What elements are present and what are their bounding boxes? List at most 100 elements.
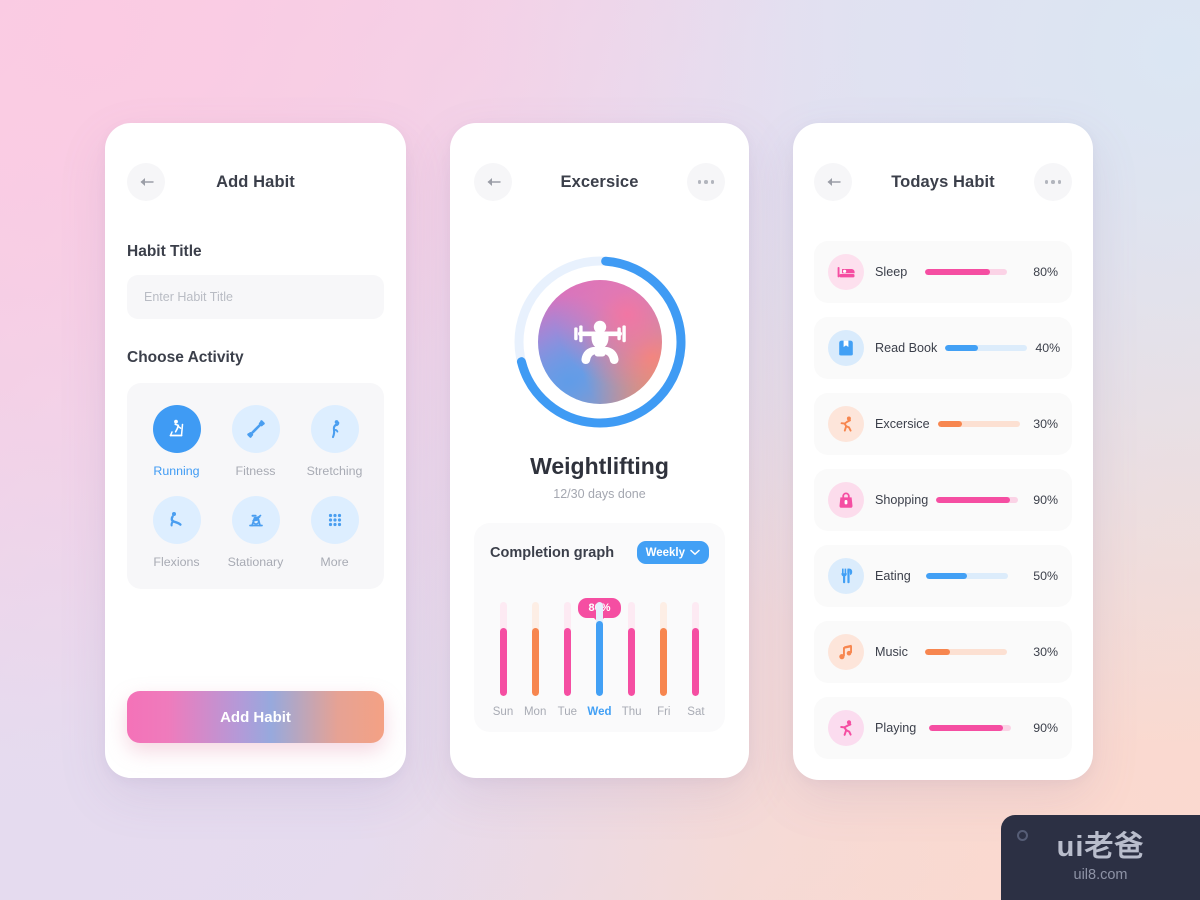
activity-option-flexions[interactable]: Flexions	[137, 496, 216, 569]
activity-option-stretching[interactable]: Stretching	[295, 405, 374, 478]
habit-label: Shopping	[875, 493, 929, 507]
activity-option-fitness[interactable]: Fitness	[216, 405, 295, 478]
activity-option-running[interactable]: Running	[137, 405, 216, 478]
habit-progress-track	[929, 725, 1012, 731]
activity-grid: Running Fitness Stretching Flexions Stat…	[127, 383, 384, 589]
todays-habit-header: Todays Habit	[814, 163, 1072, 225]
bar-column[interactable]: 80%Wed	[578, 598, 621, 718]
stretching-icon	[331, 420, 339, 439]
bar-column[interactable]: Thu	[619, 602, 645, 718]
habit-row[interactable]: Playing 90%	[814, 697, 1072, 759]
habit-title-input[interactable]	[127, 275, 384, 319]
habit-progress-wrap	[930, 421, 1028, 427]
habit-percent-label: 30%	[1033, 417, 1058, 431]
habit-title-section: Habit Title	[127, 243, 384, 319]
activity-icon-chip	[231, 405, 280, 453]
bar-track	[595, 602, 603, 696]
bar-column[interactable]: Mon	[522, 602, 548, 718]
todays-habit-content: Todays Habit Sleep 80% Read Book 40% Excersi…	[793, 123, 1093, 759]
habit-label: Eating	[875, 569, 911, 583]
exercise-bike-icon	[248, 514, 263, 527]
habit-percent-label: 40%	[1035, 341, 1061, 355]
dumbbell-icon	[246, 420, 265, 438]
activity-icon-chip	[310, 496, 359, 544]
habit-progress-fill	[929, 725, 1003, 731]
habit-row[interactable]: Shopping 90%	[814, 469, 1072, 531]
habit-progress-fill	[936, 497, 1011, 503]
habit-row[interactable]: Read Book 40%	[814, 317, 1072, 379]
more-horizontal-icon	[697, 180, 715, 184]
habit-label: Read Book	[875, 341, 938, 355]
weightlifter-icon	[573, 320, 626, 364]
habit-progress-track	[945, 345, 1028, 351]
bed-icon	[836, 262, 856, 282]
back-button[interactable]	[127, 163, 165, 201]
bar-fill	[595, 620, 603, 696]
habit-progress-wrap	[928, 497, 1026, 503]
arrow-left-icon	[140, 178, 154, 186]
more-options-button[interactable]	[687, 163, 725, 201]
habit-row[interactable]: Music 30%	[814, 621, 1072, 683]
back-button[interactable]	[474, 163, 512, 201]
activity-label: Stationary	[227, 555, 284, 569]
choose-activity-section: Choose Activity Running Fitness Stretchi…	[127, 349, 384, 589]
watermark: ui老爸 uil8.com	[1001, 815, 1200, 900]
activity-label: Flexions	[153, 555, 200, 569]
activity-icon-chip	[152, 405, 201, 453]
flexion-icon	[170, 512, 182, 527]
habit-icon-chip	[828, 710, 864, 746]
progress-ring	[511, 253, 689, 431]
habit-progress-track	[926, 573, 1009, 579]
bar-column[interactable]: Tue	[554, 602, 580, 718]
watermark-url: uil8.com	[1073, 866, 1128, 883]
habit-icon-chip	[828, 482, 864, 518]
habit-progress-fill	[945, 345, 979, 351]
activity-icon-chip	[310, 405, 359, 453]
bar-track	[660, 602, 668, 696]
habit-progress-fill	[937, 421, 963, 427]
bar-column[interactable]: Sat	[683, 602, 709, 718]
watermark-logo: ui老爸	[1056, 830, 1145, 863]
habit-percent-label: 50%	[1033, 569, 1058, 583]
activity-label: More	[320, 555, 349, 569]
running-icon	[836, 718, 856, 738]
exercise-detail-screen: Excersice Weightlifting 12/30 days done …	[450, 123, 749, 778]
activity-option-stationary[interactable]: Stationary	[216, 496, 295, 569]
bar-column[interactable]: Sun	[490, 602, 516, 718]
activity-icon-chip	[152, 496, 201, 544]
completion-graph-card: Completion graph Weekly Sun Mon Tue80%WedT…	[474, 523, 725, 732]
habit-icon-chip	[828, 406, 864, 442]
habit-progress-wrap	[916, 725, 1024, 731]
arrow-left-icon	[827, 178, 841, 186]
habit-list: Sleep 80% Read Book 40% Excersice 30% Shopping…	[814, 241, 1072, 759]
range-dropdown[interactable]: Weekly	[636, 541, 709, 564]
habit-progress-wrap	[937, 345, 1035, 351]
circle-icon	[1017, 830, 1028, 841]
add-habit-content: Add Habit Habit Title Choose Activity	[105, 123, 406, 589]
bar-track	[692, 602, 700, 696]
chevron-down-icon	[690, 549, 700, 555]
habit-label: Sleep	[875, 265, 908, 279]
bar-label: Sat	[687, 706, 705, 718]
bar-column[interactable]: Fri	[651, 602, 677, 718]
bar-label: Thu	[621, 706, 642, 718]
more-options-button[interactable]	[1034, 163, 1072, 201]
bar-fill	[628, 628, 636, 696]
cutlery-icon	[836, 566, 856, 586]
habit-percent-label: 80%	[1033, 265, 1058, 279]
add-habit-header: Add Habit	[127, 163, 384, 225]
habit-row[interactable]: Eating 50%	[814, 545, 1072, 607]
habit-row[interactable]: Sleep 80%	[814, 241, 1072, 303]
back-button[interactable]	[814, 163, 852, 201]
habit-row[interactable]: Excersice 30%	[814, 393, 1072, 455]
habit-progress-fill	[926, 573, 968, 579]
activity-option-more[interactable]: More	[295, 496, 374, 569]
habit-name: Weightlifting	[530, 453, 669, 479]
habit-icon-chip	[828, 558, 864, 594]
completion-graph-title: Completion graph	[490, 544, 615, 561]
choose-activity-label: Choose Activity	[127, 349, 244, 366]
treadmill-icon	[169, 419, 183, 437]
add-habit-button[interactable]: Add Habit	[127, 691, 384, 743]
habit-progress-track	[936, 497, 1019, 503]
activity-label: Stretching	[306, 464, 363, 478]
